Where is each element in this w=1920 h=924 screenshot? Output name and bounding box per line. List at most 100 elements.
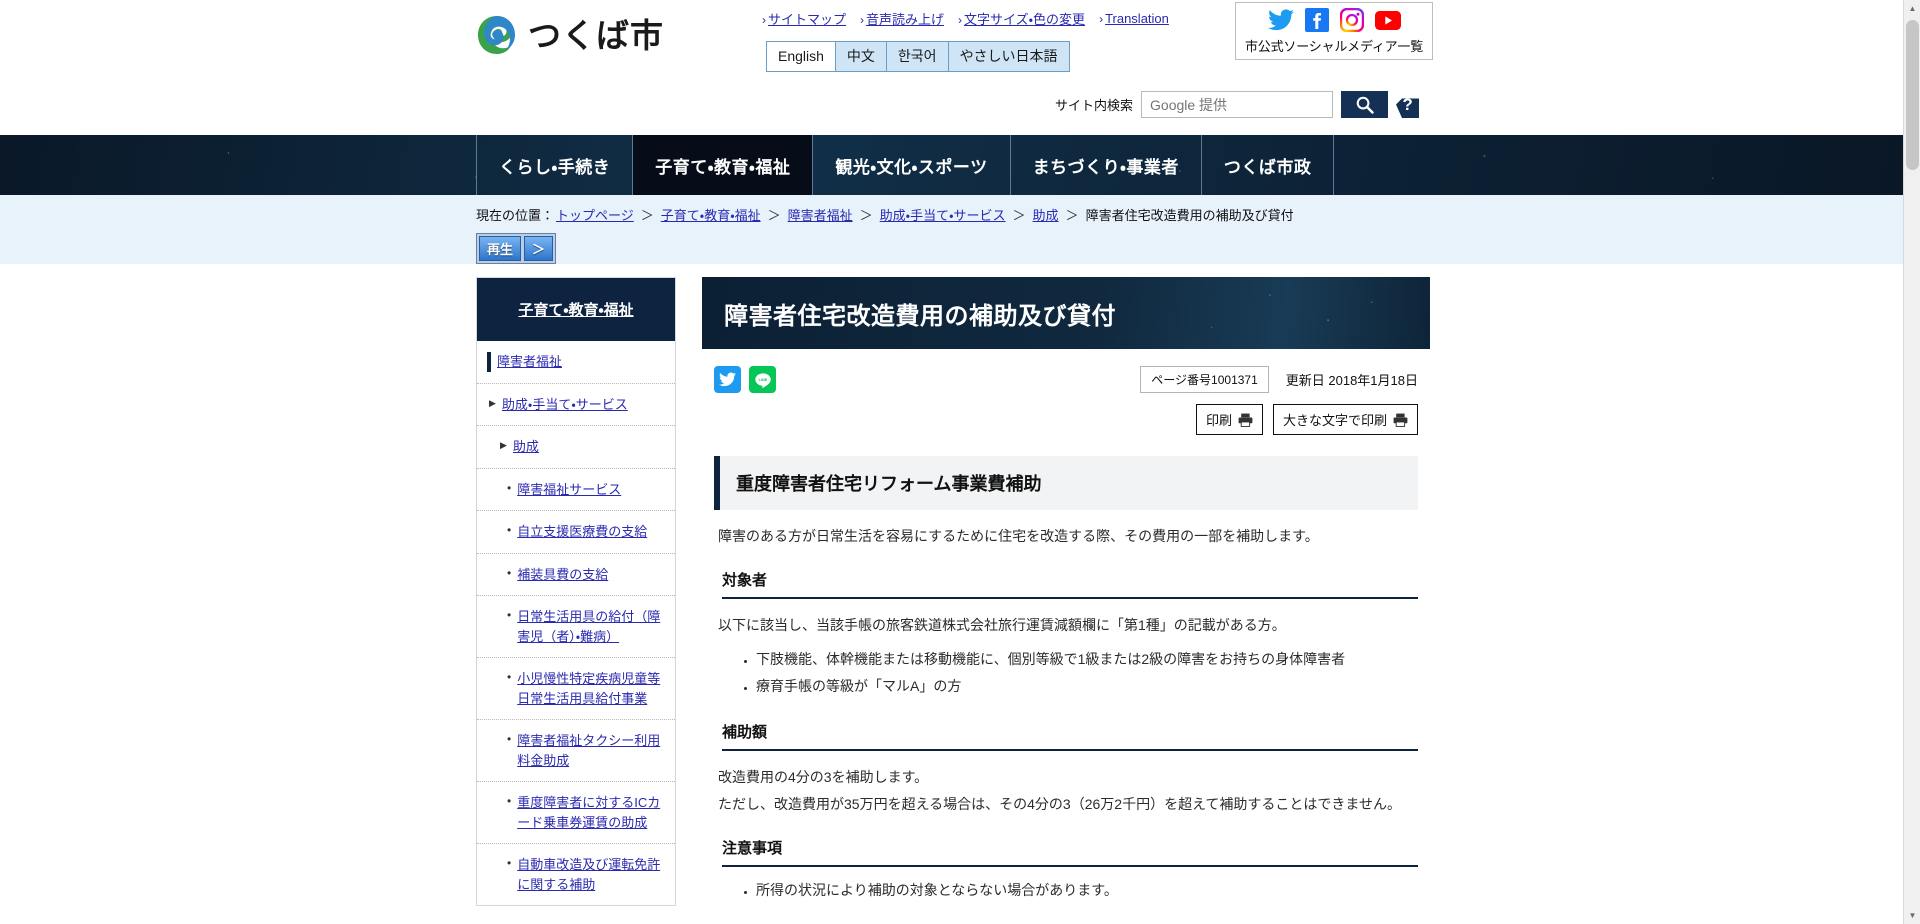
language-button-korean[interactable]: 한국어: [886, 42, 949, 71]
utility-link-translation[interactable]: › Translation: [1099, 11, 1169, 26]
utility-link-label[interactable]: 文字サイズ・色の変更: [964, 12, 1085, 27]
active-bar-icon: [487, 352, 491, 372]
search-label: サイト内検索: [1055, 98, 1134, 113]
utility-link-label[interactable]: サイトマップ: [768, 12, 846, 27]
breadcrumb: 現在の位置： トップページ ＞ 子育て・教育・福祉 ＞ 障害者福祉 ＞ 助成・手…: [476, 205, 1903, 224]
subsection-title-chuijiko: 注意事項: [722, 837, 1418, 867]
sidebar-item-jidosha-kaizo[interactable]: • 自動車改造及び運転免許に関する補助: [477, 844, 675, 905]
page-root: つくば市 › サイトマップ › 音声読み上げ › 文字サイズ・色の変更 › Transl…: [0, 0, 1903, 924]
scroll-up-arrow-icon[interactable]: ▲: [1904, 0, 1920, 17]
line-icon: LINE: [754, 372, 771, 388]
utility-link-label[interactable]: 音声読み上げ: [866, 12, 944, 27]
chevron-right-icon: ›: [1099, 12, 1104, 26]
print-large-text-button[interactable]: 大きな文字で印刷: [1272, 404, 1418, 435]
utility-link-text-size-color[interactable]: › 文字サイズ・色の変更: [958, 9, 1085, 28]
utility-link-voice-reading[interactable]: › 音声読み上げ: [860, 9, 944, 28]
sidebar-item-label[interactable]: 障害者福祉タクシー利用料金助成: [517, 731, 667, 770]
search-icon: [1356, 96, 1374, 114]
svg-text:LINE: LINE: [758, 378, 767, 382]
nav-item-machizukuri[interactable]: まちづくり・事業者: [1011, 135, 1202, 195]
play-next-button[interactable]: ＞: [524, 236, 554, 261]
chevron-right-icon: ›: [762, 13, 766, 27]
printer-icon: [1238, 413, 1253, 427]
breadcrumb-item-josei-services[interactable]: 助成・手当て・サービス: [880, 205, 1006, 224]
sidebar-item-hosogu-hi[interactable]: • 補装具費の支給: [477, 554, 675, 596]
sidebar-item-label[interactable]: 助成: [513, 437, 539, 457]
bullet-icon: •: [507, 480, 512, 495]
page-scrollbar[interactable]: ▲ ▼: [1903, 0, 1920, 924]
nav-item-kanko[interactable]: 観光・文化・スポーツ: [813, 135, 1011, 195]
sidebar-item-label[interactable]: 障害福祉サービス: [517, 480, 621, 500]
site-logo[interactable]: つくば市: [476, 14, 664, 56]
sidebar-item-label[interactable]: 自立支援医療費の支給: [517, 522, 647, 542]
facebook-icon[interactable]: [1304, 8, 1329, 32]
play-button[interactable]: 再生: [479, 236, 522, 261]
subsection-paragraph: 改造費用の4分の3を補助します。: [718, 768, 929, 785]
sidebar-item-nichijo-seikatsu-yogu[interactable]: • 日常生活用具の給付（障害児（者）・難病）: [477, 596, 675, 658]
print-button[interactable]: 印刷: [1195, 404, 1263, 435]
scroll-down-arrow-icon[interactable]: ▼: [1904, 907, 1920, 924]
breadcrumb-item-josei[interactable]: 助成: [1033, 205, 1059, 224]
page-meta-right: ページ番号1001371 更新日 2018年1月18日: [1140, 366, 1418, 393]
social-media-box: 市公式ソーシャルメディア一覧: [1235, 2, 1434, 60]
print-button-label: 印刷: [1205, 413, 1232, 428]
twitter-share-button[interactable]: [714, 366, 741, 393]
site-logo-text: つくば市: [528, 16, 664, 54]
tsukuba-logo-icon: [478, 16, 515, 54]
sidebar-item-label[interactable]: 障害者福祉: [497, 352, 562, 372]
sidebar-item-ic-card[interactable]: • 重度障害者に対するICカード乗車券運賃の助成: [477, 782, 675, 844]
bullet-icon: •: [507, 732, 512, 746]
sidebar-item-label[interactable]: 重度障害者に対するICカード乗車券運賃の助成: [517, 793, 667, 832]
instagram-icon[interactable]: [1339, 8, 1364, 32]
utility-link-label[interactable]: Translation: [1105, 11, 1169, 26]
breadcrumb-item-top[interactable]: トップページ: [556, 205, 634, 224]
language-button-chinese[interactable]: 中文: [835, 42, 887, 71]
sidebar-heading-link[interactable]: 子育て・教育・福祉: [518, 302, 633, 319]
intro-paragraph: 障害のある方が日常生活を容易にするために住宅を改造する際、その費用の一部を補助し…: [718, 528, 1319, 544]
site-search: サイト内検索 ?: [1055, 91, 1420, 118]
sidebar-item-shoni-mansei[interactable]: • 小児慢性特定疾病児童等日常生活用具給付事業: [477, 658, 675, 720]
subsection-paragraph: ただし、改造費用が35万円を超える場合は、その4分の3（26万2千円）を超えて補…: [718, 796, 1401, 813]
utility-links: › サイトマップ › 音声読み上げ › 文字サイズ・色の変更 › Translation: [762, 9, 1169, 28]
bullet-icon: •: [507, 608, 512, 622]
scrollbar-thumb[interactable]: [1906, 20, 1919, 170]
list-item: 下肢機能、体幹機能または移動機能に、個別等級で1級または2級の障害をお持ちの身体…: [756, 646, 1418, 673]
youtube-icon[interactable]: [1374, 10, 1401, 30]
sidebar-item-shogaisha-fukushi[interactable]: 障害者福祉: [477, 341, 675, 384]
print-large-text-label: 大きな文字で印刷: [1282, 413, 1387, 428]
sidebar-item-shogai-fukushi-service[interactable]: • 障害福祉サービス: [477, 469, 675, 511]
breadcrumb-item-shogaisha-fukushi[interactable]: 障害者福祉: [788, 205, 853, 224]
sidebar-item-taxi-riyoryo[interactable]: • 障害者福祉タクシー利用料金助成: [477, 720, 675, 782]
twitter-icon[interactable]: [1267, 9, 1294, 31]
sidebar-item-jiritsu-shien-iryohi[interactable]: • 自立支援医療費の支給: [477, 511, 675, 554]
sidebar-item-label[interactable]: 補装具費の支給: [517, 565, 608, 585]
line-share-button[interactable]: LINE: [749, 366, 776, 393]
sidebar-item-label[interactable]: 助成・手当て・サービス: [502, 395, 628, 415]
social-icon-list: [1245, 8, 1423, 32]
subsection-title-hojogaku: 補助額: [722, 721, 1418, 751]
search-help-button[interactable]: ?: [1396, 98, 1420, 118]
sidebar-item-label[interactable]: 小児慢性特定疾病児童等日常生活用具給付事業: [517, 669, 667, 708]
language-button-easy-japanese[interactable]: やさしい日本語: [948, 42, 1069, 71]
breadcrumb-prefix: 現在の位置：: [476, 208, 555, 223]
nav-item-shisei[interactable]: つくば市政: [1202, 135, 1335, 195]
breadcrumb-separator: ＞: [640, 208, 654, 223]
chevron-right-icon: ›: [860, 13, 865, 27]
nav-item-kurashi[interactable]: くらし・手続き: [476, 135, 634, 195]
page-title-banner: 障害者住宅改造費用の補助及び貸付: [702, 277, 1430, 349]
page-number-badge: ページ番号1001371: [1140, 366, 1269, 393]
search-button[interactable]: [1341, 91, 1389, 118]
breadcrumb-item-kosodate[interactable]: 子育て・教育・福祉: [661, 205, 761, 224]
print-buttons: 印刷 大きな文字で印刷: [702, 404, 1430, 435]
nav-item-kosodate[interactable]: 子育て・教育・福祉: [633, 135, 814, 195]
page-meta-row: LINE ページ番号1001371 更新日 2018年1月18日: [702, 366, 1430, 393]
page-title: 障害者住宅改造費用の補助及び貸付: [724, 302, 1116, 330]
utility-link-sitemap[interactable]: › サイトマップ: [762, 9, 846, 28]
breadcrumb-item-current: 障害者住宅改造費用の補助及び貸付: [1085, 208, 1294, 223]
sidebar-item-label[interactable]: 自動車改造及び運転免許に関する補助: [517, 855, 667, 894]
language-button-english[interactable]: English: [767, 42, 836, 71]
sidebar-item-josei-services[interactable]: ▶ 助成・手当て・サービス: [477, 384, 675, 426]
search-input[interactable]: [1141, 91, 1334, 118]
sidebar-item-josei[interactable]: ▶ 助成: [477, 426, 675, 469]
sidebar-item-label[interactable]: 日常生活用具の給付（障害児（者）・難病）: [517, 607, 667, 646]
